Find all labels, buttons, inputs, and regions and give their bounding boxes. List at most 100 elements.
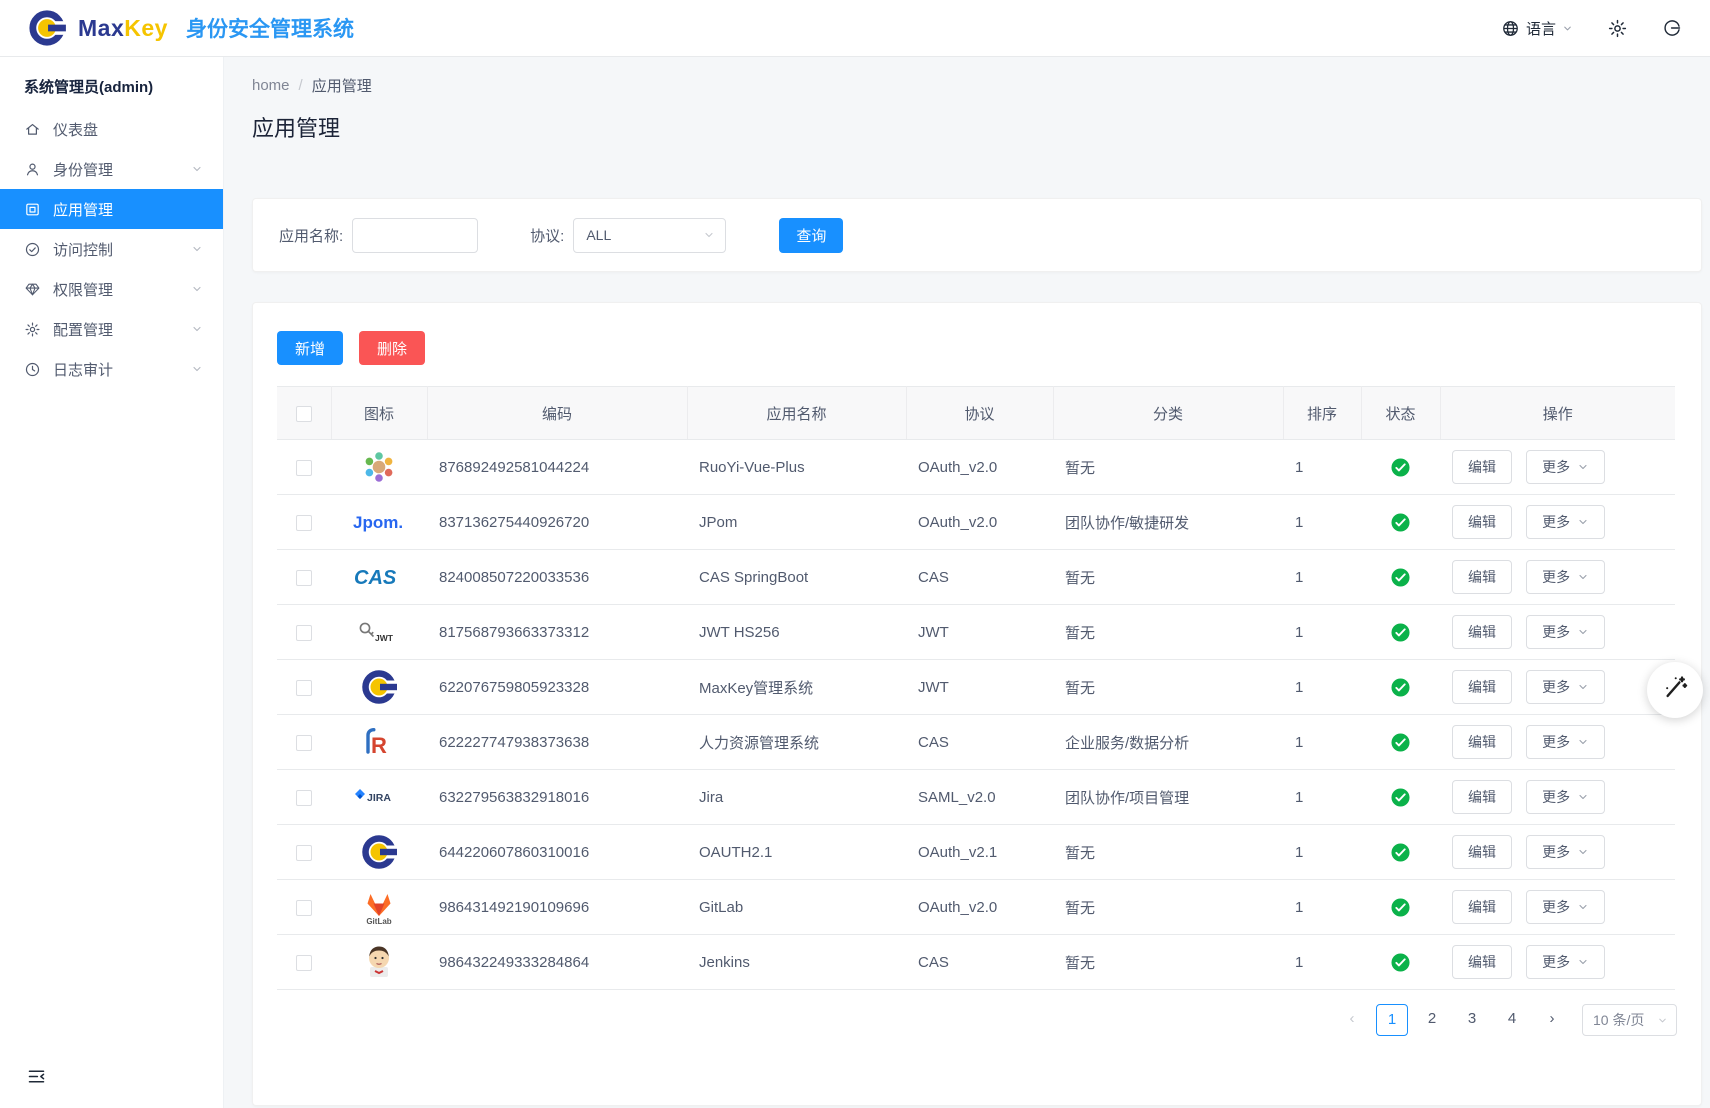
maxkey-admin-app: MaxKey 身份安全管理系统 语言 系统管理员(admin) 仪表盘 身份管理 (0, 0, 1710, 1108)
sidebar-item-identity[interactable]: 身份管理 (0, 149, 223, 189)
breadcrumb-home[interactable]: home (252, 77, 290, 94)
table-row: GitLab 986431492190109696 GitLab OAuth_v… (277, 880, 1675, 935)
edit-button[interactable]: 编辑 (1452, 890, 1512, 924)
more-button[interactable]: 更多 (1526, 780, 1605, 814)
table-row: JWT 817568793663373312 JWT HS256 JWT 暂无 … (277, 605, 1675, 660)
chevron-down-icon (1577, 571, 1589, 583)
column-header: 编码 (427, 387, 687, 440)
svg-text:Jpom.: Jpom. (353, 513, 403, 532)
more-button[interactable]: 更多 (1526, 725, 1605, 759)
row-checkbox[interactable] (296, 515, 312, 531)
protocol-select[interactable]: ALL (573, 218, 726, 253)
language-label: 语言 (1526, 18, 1556, 39)
language-menu[interactable]: 语言 (1501, 18, 1573, 39)
edit-button[interactable]: 编辑 (1452, 780, 1512, 814)
edit-button[interactable]: 编辑 (1452, 835, 1512, 869)
row-checkbox[interactable] (296, 735, 312, 751)
sidebar-item-apps[interactable]: 应用管理 (0, 189, 223, 229)
table-row: JIRA 632279563832918016 Jira SAML_v2.0 团… (277, 770, 1675, 825)
config-icon (24, 320, 42, 338)
edit-button[interactable]: 编辑 (1452, 725, 1512, 759)
row-checkbox[interactable] (296, 625, 312, 641)
app-name: MaxKey管理系统 (699, 680, 813, 697)
app-header: MaxKey 身份安全管理系统 语言 (0, 0, 1710, 56)
row-checkbox[interactable] (296, 845, 312, 861)
add-button[interactable]: 新增 (277, 331, 343, 365)
page-button-1[interactable]: 1 (1376, 1004, 1408, 1036)
status-enabled-icon (1391, 843, 1410, 862)
app-protocol: CAS (918, 954, 949, 971)
audit-icon (24, 360, 42, 378)
app-code: 817568793663373312 (439, 624, 589, 641)
table-toolbar: 新增 删除 (277, 331, 1677, 365)
edit-button[interactable]: 编辑 (1452, 560, 1512, 594)
chevron-down-icon (1577, 516, 1589, 528)
edit-button[interactable]: 编辑 (1452, 505, 1512, 539)
app-protocol: OAuth_v2.0 (918, 459, 997, 476)
status-enabled-icon (1391, 678, 1410, 697)
sidebar-item-dashboard[interactable]: 仪表盘 (0, 109, 223, 149)
row-checkbox[interactable] (296, 680, 312, 696)
status-enabled-icon (1391, 513, 1410, 532)
more-button[interactable]: 更多 (1526, 560, 1605, 594)
app-sort: 1 (1295, 734, 1303, 751)
cas-app-icon: CAS (353, 565, 405, 589)
app-category: 团队协作/敏捷研发 (1065, 515, 1189, 532)
prev-page-button[interactable]: ‹ (1336, 1004, 1368, 1036)
app-protocol: SAML_v2.0 (918, 789, 996, 806)
search-button[interactable]: 查询 (779, 218, 843, 253)
maxkey-app-icon (359, 667, 399, 707)
chevron-down-icon (1577, 626, 1589, 638)
row-checkbox[interactable] (296, 955, 312, 971)
row-checkbox[interactable] (296, 900, 312, 916)
row-checkbox[interactable] (296, 570, 312, 586)
sidebar-item-config[interactable]: 配置管理 (0, 309, 223, 349)
globe-icon (1501, 19, 1520, 38)
jpom-app-icon: Jpom. (352, 511, 406, 533)
table-row: 876892492581044224 RuoYi-Vue-Plus OAuth_… (277, 440, 1675, 495)
app-protocol: CAS (918, 569, 949, 586)
protocol-label: 协议: (530, 225, 564, 246)
page-button-2[interactable]: 2 (1416, 1004, 1448, 1036)
hr-app-icon: R (359, 722, 399, 762)
brand-max: Max (78, 15, 124, 41)
sidebar-item-audit[interactable]: 日志审计 (0, 349, 223, 389)
apps-table: 图标编码应用名称协议分类排序状态操作 876892492581044224 Ru… (277, 386, 1675, 990)
status-enabled-icon (1391, 568, 1410, 587)
delete-button[interactable]: 删除 (359, 331, 425, 365)
more-button[interactable]: 更多 (1526, 450, 1605, 484)
edit-button[interactable]: 编辑 (1452, 945, 1512, 979)
sidebar-item-access[interactable]: 访问控制 (0, 229, 223, 269)
theme-wand-button[interactable] (1647, 662, 1703, 718)
more-button[interactable]: 更多 (1526, 835, 1605, 869)
table-header-row: 图标编码应用名称协议分类排序状态操作 (277, 387, 1675, 440)
more-button[interactable]: 更多 (1526, 505, 1605, 539)
edit-button[interactable]: 编辑 (1452, 670, 1512, 704)
select-all-checkbox[interactable] (296, 406, 312, 422)
settings-icon[interactable] (1607, 18, 1628, 39)
more-button[interactable]: 更多 (1526, 615, 1605, 649)
page-size-select[interactable]: 10 条/页 (1582, 1004, 1677, 1036)
more-button[interactable]: 更多 (1526, 890, 1605, 924)
brand-name: MaxKey (78, 15, 168, 42)
status-enabled-icon (1391, 898, 1410, 917)
page-button-3[interactable]: 3 (1456, 1004, 1488, 1036)
app-protocol: OAuth_v2.0 (918, 899, 997, 916)
next-page-button[interactable]: › (1536, 1004, 1568, 1036)
edit-button[interactable]: 编辑 (1452, 615, 1512, 649)
app-category: 暂无 (1065, 845, 1095, 862)
table-row: 986432249333284864 Jenkins CAS 暂无 1 编辑 更… (277, 935, 1675, 990)
menu-fold-icon[interactable] (26, 1066, 47, 1092)
app-name-input[interactable] (352, 218, 478, 253)
logout-icon[interactable] (1662, 18, 1682, 38)
page-button-4[interactable]: 4 (1496, 1004, 1528, 1036)
chevron-down-icon (1577, 901, 1589, 913)
table-row: R 622227747938373638 人力资源管理系统 CAS 企业服务/数… (277, 715, 1675, 770)
more-button[interactable]: 更多 (1526, 945, 1605, 979)
chevron-down-icon (703, 229, 715, 241)
sidebar-item-permission[interactable]: 权限管理 (0, 269, 223, 309)
edit-button[interactable]: 编辑 (1452, 450, 1512, 484)
row-checkbox[interactable] (296, 460, 312, 476)
row-checkbox[interactable] (296, 790, 312, 806)
more-button[interactable]: 更多 (1526, 670, 1605, 704)
